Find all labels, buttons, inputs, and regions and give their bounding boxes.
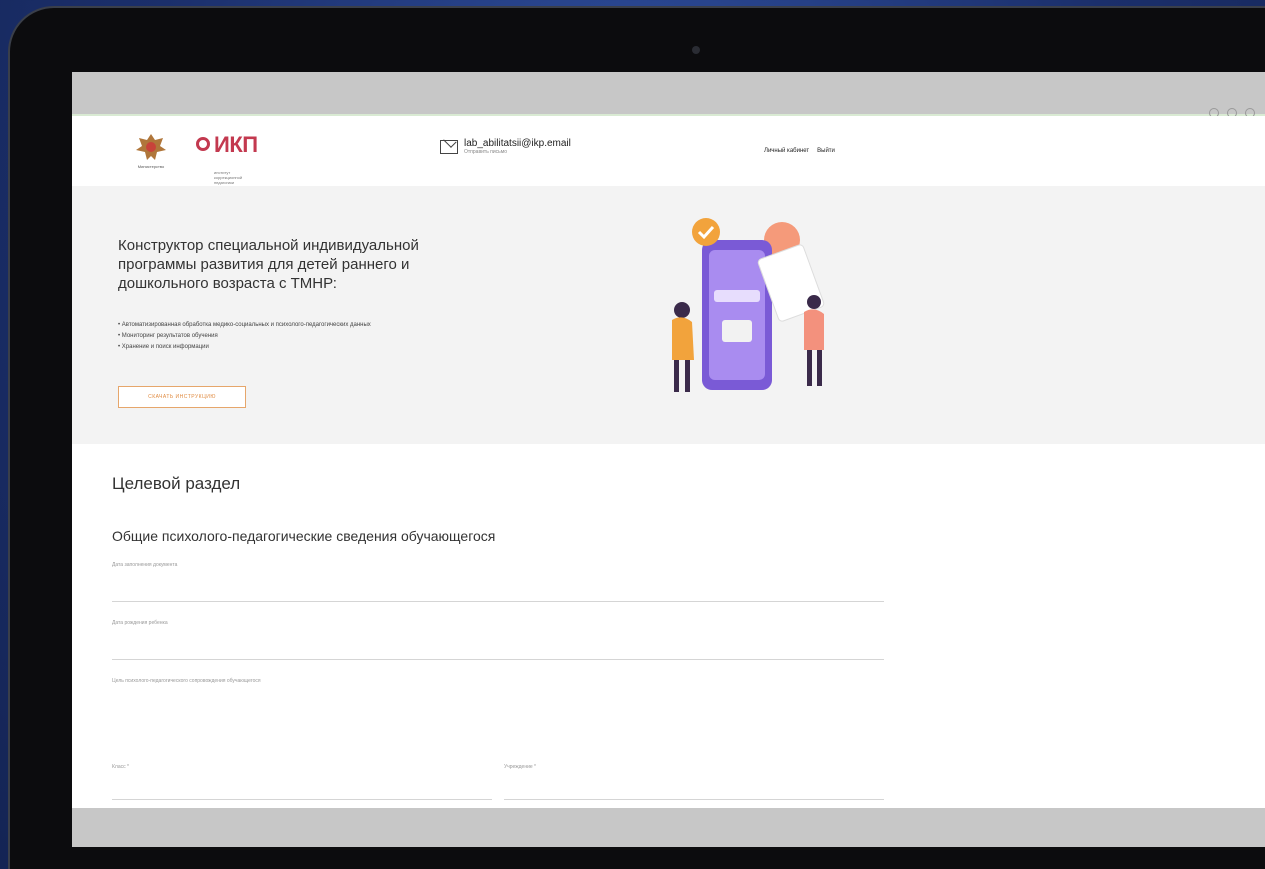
section-subtitle: Общие психолого-педагогические сведения … [112, 528, 496, 544]
browser-screen: Министерство ИКП институт коррекционной … [72, 72, 1265, 847]
person-body [672, 317, 694, 360]
ikp-logo-subtitle: институт коррекционной педагогики [214, 170, 243, 185]
hero-feature-item: • Хранение и поиск информации [118, 344, 209, 350]
birth-date-field[interactable]: Дата рождения ребенка [112, 620, 884, 660]
ikp-logo-text: ИКП [214, 132, 258, 157]
logout-link[interactable]: Выйти [817, 148, 835, 154]
phone-card [722, 320, 752, 342]
support-goal-field[interactable]: Цель психолого-педагогического сопровожд… [112, 678, 884, 738]
phone-field [714, 290, 760, 302]
field-label: Класс * [112, 764, 129, 770]
phone-people-illustration [672, 218, 825, 392]
field-label: Дата рождения ребенка [112, 620, 168, 626]
field-label: Дата заполнения документа [112, 562, 178, 568]
header-nav: Личный кабинет Выйти [764, 148, 835, 154]
field-label: Цель психолого-педагогического сопровожд… [112, 678, 261, 684]
hero-banner: Конструктор специальной индивидуальной п… [72, 186, 1265, 444]
fill-date-field[interactable]: Дата заполнения документа [112, 562, 884, 602]
phone-screen [709, 250, 765, 380]
email-address[interactable]: lab_abilitatsii@ikp.email [464, 138, 571, 149]
hero-feature-item: • Автоматизированная обработка медико-со… [118, 322, 371, 328]
institution-field[interactable]: Учреждение * [504, 764, 884, 800]
email-contact[interactable]: lab_abilitatsii@ikp.email Отправить пись… [440, 138, 571, 155]
eagle-emblem-icon [136, 134, 166, 160]
ikp-logo[interactable]: ИКП институт коррекционной педагогики [196, 132, 258, 185]
field-label: Учреждение * [504, 764, 536, 770]
person-body [804, 309, 824, 350]
hero-title: Конструктор специальной индивидуальной п… [118, 237, 419, 292]
ikp-circle-icon [196, 137, 210, 151]
hero-feature-list: • Автоматизированная обработка медико-со… [118, 320, 418, 353]
download-instructions-button[interactable]: СКАЧАТЬ ИНСТРУКЦИЮ [118, 386, 246, 408]
class-field[interactable]: Класс * [112, 764, 492, 800]
personal-account-link[interactable]: Личный кабинет [764, 148, 809, 154]
emblem-caption: Министерство [137, 164, 165, 169]
site-header: Министерство ИКП институт коррекционной … [72, 116, 1265, 186]
person-head [674, 302, 690, 318]
browser-toolbar [72, 72, 1265, 116]
hero-feature-item: • Мониторинг результатов обучения [118, 333, 218, 339]
mail-icon [440, 139, 458, 154]
bottom-taskbar [72, 808, 1265, 847]
check-badge-icon [692, 218, 720, 246]
person-head [807, 295, 821, 309]
email-subtitle: Отправить письмо [464, 149, 508, 155]
camera-icon [692, 46, 700, 54]
state-emblem-logo[interactable]: Министерство [126, 130, 176, 174]
section-title: Целевой раздел [112, 474, 241, 493]
